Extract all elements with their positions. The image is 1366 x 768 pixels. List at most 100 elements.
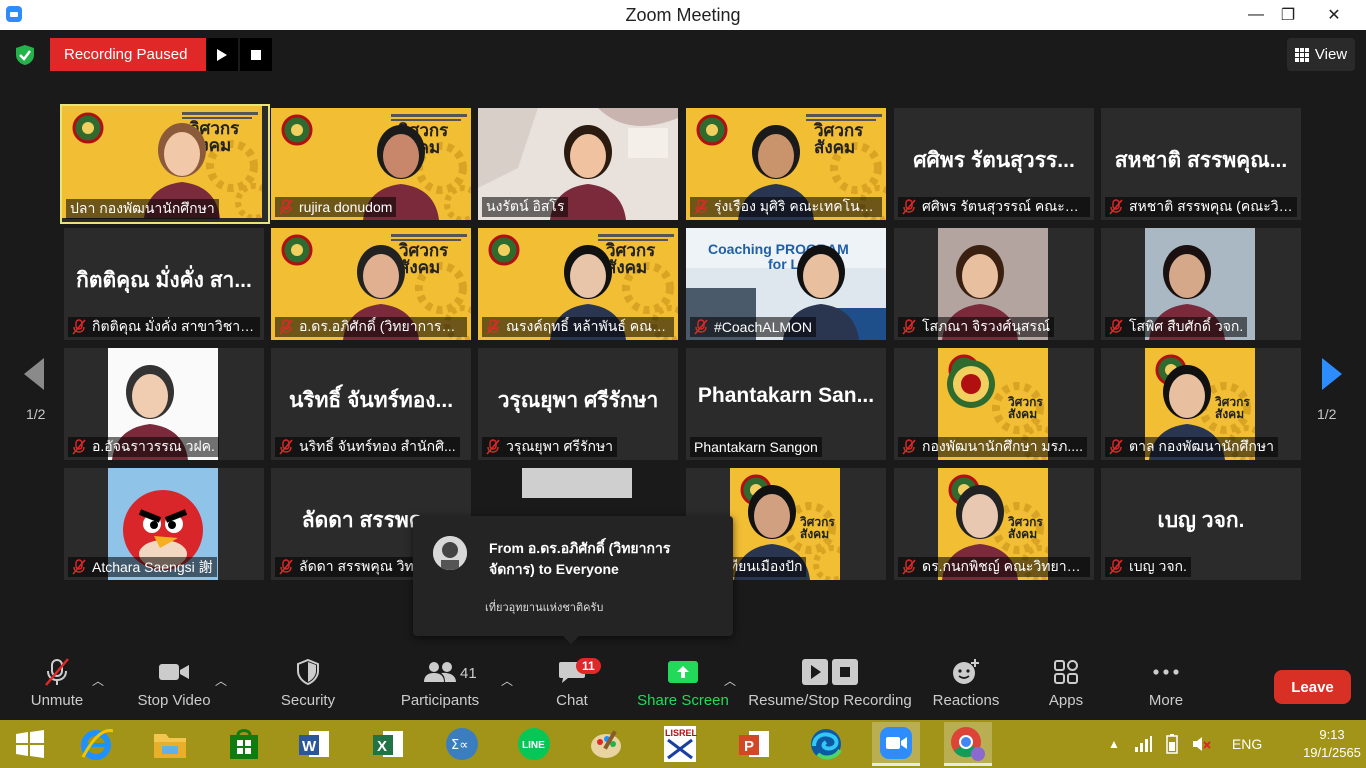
participant-name-label: เบญ วจก. <box>1105 557 1191 577</box>
powerpoint-icon[interactable]: P <box>730 722 778 766</box>
stop-video-button[interactable]: Stop Video <box>132 652 216 720</box>
participant-tile[interactable]: Coaching PROGRAM for Le #CoachALMON <box>686 228 886 340</box>
participant-name: ดร.กนกพิชญ์ คณะวิทยาก... <box>922 558 1086 574</box>
resume-recording-button[interactable] <box>206 38 238 71</box>
chat-notification-popup[interactable]: From อ.ดร.อภิศักดิ์ (วิทยาการจัดการ) to … <box>413 516 733 644</box>
lisrel-icon[interactable]: LISREL <box>656 722 704 766</box>
window-title: Zoom Meeting <box>625 4 741 25</box>
video-camera-icon <box>159 664 189 680</box>
participant-name: กองพัฒนานักศึกษา มรภ.... <box>922 438 1083 454</box>
participants-button[interactable]: Participants <box>396 652 484 720</box>
page-indicator-right: 1/2 <box>1317 406 1337 422</box>
chrome-browser-icon[interactable] <box>944 722 992 766</box>
sender-avatar <box>433 536 467 570</box>
signal-strength-icon[interactable] <box>1134 736 1152 752</box>
participant-tile[interactable]: นริทธิ์ จันทร์ทอง... นริทธิ์ จันทร์ทอง สำ… <box>271 348 471 460</box>
participant-name-label: rujira donudom <box>275 197 397 217</box>
language-indicator[interactable]: ENG <box>1232 736 1262 752</box>
muted-mic-icon <box>279 559 293 575</box>
participant-tile[interactable]: Atchara Saengsi 謝 <box>64 468 264 580</box>
leave-button[interactable]: Leave <box>1274 670 1351 704</box>
zoom-taskbar-icon[interactable] <box>872 722 920 766</box>
participant-tile[interactable]: เบญ วจก. เบญ วจก. <box>1101 468 1301 580</box>
muted-mic-icon <box>279 199 293 215</box>
audio-options-chevron-up-icon[interactable]: ︿ <box>92 672 104 689</box>
participant-name: นงรัตน์ อิสโร <box>486 198 565 214</box>
stop-recording-button[interactable] <box>240 38 272 71</box>
play-icon <box>217 48 227 61</box>
participant-tile[interactable]: วิศวกร สังคม ณรงค์ฤทธิ์ หล้าพันธ์ คณะว... <box>478 228 678 340</box>
tray-overflow-chevron-up-icon[interactable]: ▲ <box>1108 737 1120 751</box>
participant-tile[interactable]: นงรัตน์ อิสโร <box>478 108 678 220</box>
participant-tile[interactable]: วิศวกร สังคม กองพัฒนานักศึกษา มรภ.... <box>894 348 1094 460</box>
resume-stop-recording-button[interactable]: Resume/Stop Recording <box>746 652 914 720</box>
muted-mic-icon <box>72 559 86 575</box>
battery-icon[interactable] <box>1164 734 1180 754</box>
participant-tile[interactable]: วิศวกร สังคม ปลา กองพัฒนานักศึกษา <box>60 104 270 224</box>
line-app-icon[interactable]: LINE <box>510 722 558 766</box>
microsoft-store-icon[interactable] <box>220 722 268 766</box>
participant-name-label: ดร.กนกพิชญ์ คณะวิทยาก... <box>898 557 1090 577</box>
page-indicator-left: 1/2 <box>26 406 46 422</box>
participant-tile[interactable]: วิศวกรสังคม rujira donudom <box>271 108 471 220</box>
apps-button[interactable]: Apps <box>1040 652 1092 720</box>
participant-tile[interactable]: วรุณยุพา ศรีรักษา วรุณยุพา ศรีรักษา <box>478 348 678 460</box>
participant-name-label: Phantakarn Sangon <box>690 437 822 457</box>
participant-name: rujira donudom <box>299 199 393 215</box>
edge-browser-icon[interactable] <box>802 722 850 766</box>
participant-tile[interactable]: โสภณา จิรวงศ์นุสรณ์ <box>894 228 1094 340</box>
stop-icon <box>251 49 261 60</box>
participant-name-label: ตาล กองพัฒนานักศึกษา <box>1105 437 1278 457</box>
file-explorer-icon[interactable] <box>146 722 194 766</box>
security-button[interactable]: Security <box>274 652 342 720</box>
share-screen-button[interactable]: Share Screen <box>636 652 730 720</box>
word-icon[interactable]: W <box>290 722 338 766</box>
participant-tile[interactable]: กิตติคุณ มั่งคั่ง สา... กิตติคุณ มั่งคั่ง… <box>64 228 264 340</box>
next-page-arrow-icon[interactable] <box>1320 356 1344 392</box>
excel-icon[interactable]: X <box>364 722 412 766</box>
apps-label: Apps <box>1048 692 1084 709</box>
participant-name-label: รุ่งเรือง มุศิริ คณะเทคโนโลย... <box>690 197 882 217</box>
participant-tile[interactable]: โสพิศ สืบศักดิ์ วจก. <box>1101 228 1301 340</box>
reactions-label: Reactions <box>932 692 1000 709</box>
close-button[interactable]: ✕ <box>1314 0 1354 30</box>
svg-text:Σ∝: Σ∝ <box>451 738 469 753</box>
clock[interactable]: 9:13 19/1/2565 <box>1300 726 1364 762</box>
encryption-shield-icon[interactable] <box>14 44 36 66</box>
participant-tile[interactable]: อ.อัจฉราวรรณ วฝค. <box>64 348 264 460</box>
reactions-button[interactable]: Reactions <box>930 652 1002 720</box>
video-options-chevron-up-icon[interactable]: ︿ <box>215 672 227 689</box>
paint-icon[interactable] <box>582 722 630 766</box>
internet-explorer-icon[interactable] <box>72 722 120 766</box>
start-button[interactable] <box>6 722 54 766</box>
participant-tile[interactable]: วิศวกร สังคม ตาล กองพัฒนานักศึกษา <box>1101 348 1301 460</box>
view-button[interactable]: View <box>1287 38 1355 71</box>
participant-tile[interactable]: ศศิพร รัตนสุวรร... ศศิพร รัตนสุวรรณ์ คณะว… <box>894 108 1094 220</box>
participant-name-label: ณรงค์ฤทธิ์ หล้าพันธ์ คณะว... <box>482 317 674 337</box>
security-label: Security <box>280 692 336 709</box>
participant-name-label: สหชาติ สรรพคุณ (คณะวิท... <box>1105 197 1297 217</box>
share-options-chevron-up-icon[interactable]: ︿ <box>724 672 736 689</box>
muted-mic-icon <box>694 199 708 215</box>
participant-tile[interactable]: Phantakarn San... Phantakarn Sangon <box>686 348 886 460</box>
participant-tile[interactable]: วิศวกร สังคม รุ่งเรือง มุศิริ คณะเทคโนโลย… <box>686 108 886 220</box>
participant-tile[interactable]: สหชาติ สรรพคุณ... สหชาติ สรรพคุณ (คณะวิท.… <box>1101 108 1301 220</box>
participants-options-chevron-up-icon[interactable]: ︿ <box>501 672 513 689</box>
popup-pointer <box>563 636 579 644</box>
svg-text:LINE: LINE <box>522 740 545 751</box>
math-input-icon[interactable]: Σ∝ <box>438 722 486 766</box>
muted-mic-icon <box>694 319 708 335</box>
more-button[interactable]: More <box>1140 652 1192 720</box>
unmute-button[interactable]: Unmute <box>24 652 90 720</box>
participant-name-label: กองพัฒนานักศึกษา มรภ.... <box>898 437 1087 457</box>
maximize-button[interactable]: ❐ <box>1268 0 1308 30</box>
muted-mic-icon <box>902 199 916 215</box>
participant-name-label: #CoachALMON <box>690 317 817 337</box>
participant-tile[interactable]: วิศวกร สังคม อ.ดร.อภิศักดิ์ (วิทยาการจัด.… <box>271 228 471 340</box>
participant-tile[interactable]: วิศวกร สังคม ดร.กนกพิชญ์ คณะวิทยาก... <box>894 468 1094 580</box>
speaker-muted-icon[interactable] <box>1192 735 1212 753</box>
muted-mic-icon <box>72 439 86 455</box>
previous-page-arrow-icon[interactable] <box>22 356 46 392</box>
zoom-window: Zoom Meeting — ❐ ✕ Recording Paused View… <box>0 0 1366 768</box>
chat-message: เที่ยวอุทยานแห่งชาติครับ <box>485 602 604 614</box>
